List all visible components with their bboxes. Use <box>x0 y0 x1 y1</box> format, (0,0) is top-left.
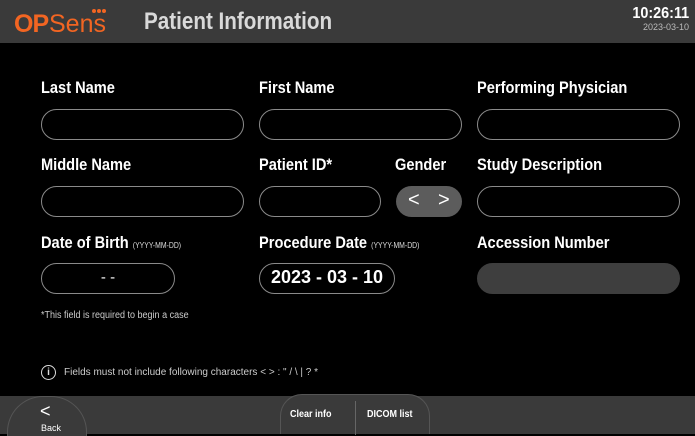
info-icon: i <box>41 365 56 380</box>
clock-time: 10:26:11 <box>632 5 689 22</box>
date-format-hint: (YYYY-MM-DD) <box>371 241 420 250</box>
header-bar: OP Sens Patient Information 10:26:11 202… <box>0 0 695 43</box>
gender-selector[interactable]: < > <box>396 186 462 217</box>
study-description-label: Study Description <box>477 155 603 174</box>
middle-name-label: Middle Name <box>41 155 132 174</box>
first-name-label: First Name <box>259 78 335 97</box>
clock: 10:26:11 2023-03-10 <box>626 6 689 33</box>
study-description-input[interactable] <box>477 186 680 217</box>
procedure-date-input[interactable]: 2023 - 03 - 10 <box>259 263 395 294</box>
footer-action-group: Clear info DICOM list <box>280 394 430 435</box>
logo-dots-icon <box>92 9 106 15</box>
divider <box>355 401 356 435</box>
required-field-note: *This field is required to begin a case <box>41 310 189 321</box>
first-name-input[interactable] <box>259 109 462 140</box>
page-title: Patient Information <box>144 8 333 35</box>
gender-label: Gender <box>395 155 447 174</box>
patient-id-label: Patient ID* <box>259 155 333 174</box>
dicom-list-button[interactable]: DICOM list <box>367 409 413 420</box>
middle-name-input[interactable] <box>41 186 244 217</box>
date-format-hint: (YYYY-MM-DD) <box>132 241 182 250</box>
chevron-right-icon[interactable]: > <box>438 189 450 212</box>
last-name-label: Last Name <box>41 78 115 97</box>
last-name-input[interactable] <box>41 109 244 140</box>
accession-number-label: Accession Number <box>477 233 610 252</box>
accession-number-input[interactable] <box>477 263 680 294</box>
chevron-left-icon[interactable]: < <box>408 189 420 212</box>
invalid-characters-warning: i Fields must not include following chara… <box>41 365 318 380</box>
performing-physician-input[interactable] <box>477 109 680 140</box>
patient-id-input[interactable] <box>259 186 381 217</box>
procedure-date-label: Procedure Date (YYYY-MM-DD) <box>259 233 420 252</box>
clear-info-button[interactable]: Clear info <box>290 409 332 420</box>
performing-physician-label: Performing Physician <box>477 78 628 97</box>
date-of-birth-label: Date of Birth (YYYY-MM-DD) <box>41 233 182 252</box>
date-of-birth-input[interactable]: - - <box>41 263 175 294</box>
chevron-left-icon: < <box>40 401 51 421</box>
clock-date: 2023-03-10 <box>642 22 689 32</box>
